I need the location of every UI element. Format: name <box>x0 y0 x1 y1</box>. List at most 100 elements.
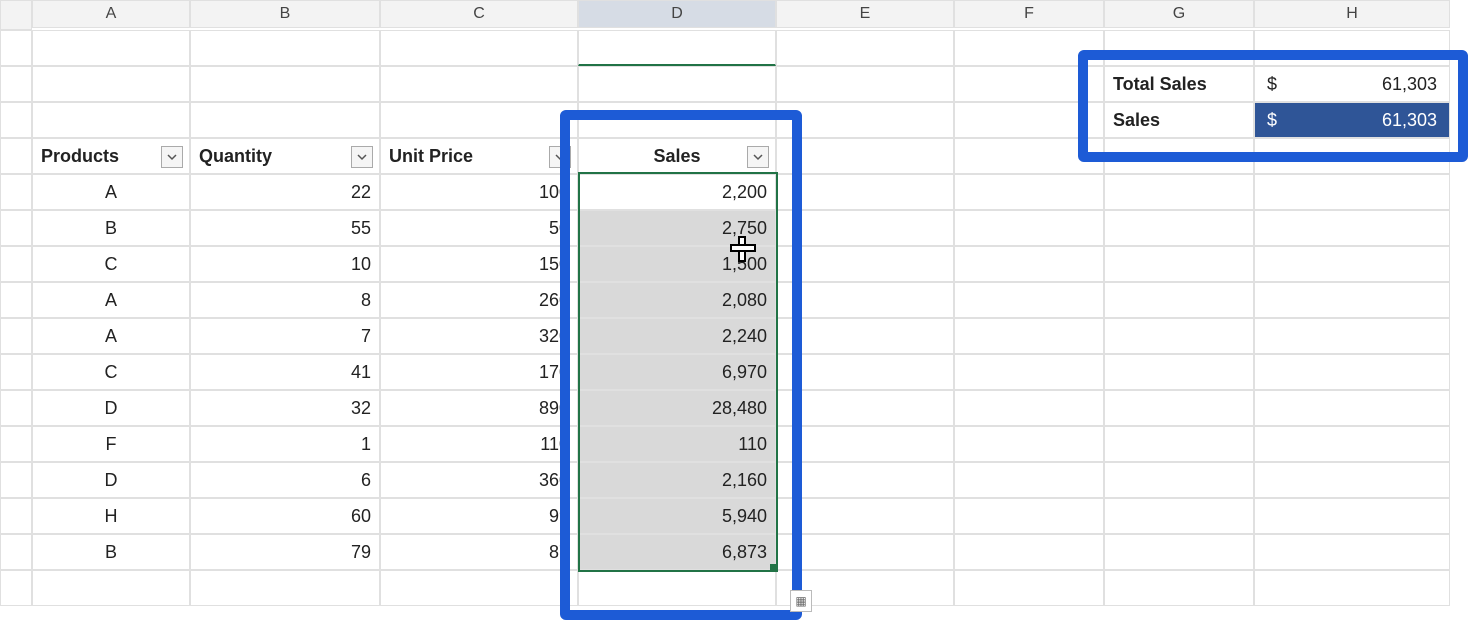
filter-button-sales[interactable] <box>747 146 769 168</box>
cell[interactable] <box>1104 174 1254 210</box>
cell-sales[interactable]: 6,873 <box>578 534 776 570</box>
row-number[interactable] <box>0 426 32 462</box>
cell[interactable] <box>1254 534 1450 570</box>
cell-sales[interactable]: 110 <box>578 426 776 462</box>
cell-quantity[interactable]: 79 <box>190 534 380 570</box>
cell[interactable] <box>954 102 1104 138</box>
cell[interactable] <box>1254 462 1450 498</box>
row-number[interactable] <box>0 570 32 606</box>
header-sales[interactable]: Sales <box>578 138 776 174</box>
cell[interactable] <box>954 426 1104 462</box>
cell[interactable] <box>1254 390 1450 426</box>
cell[interactable] <box>954 354 1104 390</box>
header-quantity[interactable]: Quantity <box>190 138 380 174</box>
row-number[interactable] <box>0 390 32 426</box>
filter-button-unit-price[interactable] <box>549 146 571 168</box>
cell[interactable] <box>776 210 954 246</box>
cell-sales[interactable]: 2,750 <box>578 210 776 246</box>
cell-sales[interactable]: 2,200 <box>578 174 776 210</box>
cell[interactable] <box>776 102 954 138</box>
cell[interactable] <box>190 102 380 138</box>
filter-button-products[interactable] <box>161 146 183 168</box>
cell-quantity[interactable]: 7 <box>190 318 380 354</box>
sales-value[interactable]: $ 61,303 <box>1254 102 1450 138</box>
cell[interactable] <box>776 318 954 354</box>
cell[interactable] <box>1254 246 1450 282</box>
cell[interactable] <box>776 138 954 174</box>
col-header-C[interactable]: C <box>380 0 578 28</box>
cell[interactable] <box>1254 354 1450 390</box>
total-sales-value[interactable]: $ 61,303 <box>1254 66 1450 102</box>
col-header-B[interactable]: B <box>190 0 380 28</box>
cell[interactable] <box>32 66 190 102</box>
cell-unit-price[interactable]: 99 <box>380 498 578 534</box>
cell-product[interactable]: D <box>32 462 190 498</box>
cell[interactable] <box>1104 210 1254 246</box>
sales-label[interactable]: Sales <box>1104 102 1254 138</box>
cell[interactable] <box>1254 210 1450 246</box>
row-number[interactable] <box>0 30 32 66</box>
cell[interactable] <box>1104 30 1254 66</box>
cell-sales[interactable]: 2,080 <box>578 282 776 318</box>
cell-unit-price[interactable]: 110 <box>380 426 578 462</box>
col-header-H[interactable]: H <box>1254 0 1450 28</box>
cell-sales[interactable]: 28,480 <box>578 390 776 426</box>
cell-unit-price[interactable]: 50 <box>380 210 578 246</box>
cell[interactable] <box>1254 30 1450 66</box>
cell[interactable] <box>954 498 1104 534</box>
row-number[interactable] <box>0 138 32 174</box>
cell[interactable] <box>1104 138 1254 174</box>
cell[interactable] <box>1104 498 1254 534</box>
cell-sales[interactable]: 1,500 <box>578 246 776 282</box>
autofill-options-button[interactable]: ▦ <box>790 590 812 612</box>
cell-unit-price[interactable]: 890 <box>380 390 578 426</box>
cell[interactable] <box>1254 282 1450 318</box>
cell-unit-price[interactable]: 260 <box>380 282 578 318</box>
cell-product[interactable]: B <box>32 534 190 570</box>
cell-sales[interactable]: 2,160 <box>578 462 776 498</box>
row-number[interactable] <box>0 318 32 354</box>
cell[interactable] <box>380 66 578 102</box>
cell[interactable] <box>32 30 190 66</box>
cell[interactable] <box>578 102 776 138</box>
cell-product[interactable]: A <box>32 318 190 354</box>
cell[interactable] <box>1104 354 1254 390</box>
col-header-G[interactable]: G <box>1104 0 1254 28</box>
row-number[interactable] <box>0 210 32 246</box>
cell[interactable] <box>1104 282 1254 318</box>
cell[interactable] <box>380 570 578 606</box>
cell-unit-price[interactable]: 320 <box>380 318 578 354</box>
cell[interactable] <box>578 66 776 102</box>
cell[interactable] <box>776 174 954 210</box>
cell[interactable] <box>1254 174 1450 210</box>
cell[interactable] <box>1104 426 1254 462</box>
filter-button-quantity[interactable] <box>351 146 373 168</box>
row-number[interactable] <box>0 534 32 570</box>
cell[interactable] <box>1254 138 1450 174</box>
col-header-D[interactable]: D <box>578 0 776 28</box>
row-number[interactable] <box>0 498 32 534</box>
cell-quantity[interactable]: 10 <box>190 246 380 282</box>
cell[interactable] <box>1104 318 1254 354</box>
fill-handle[interactable] <box>770 564 778 572</box>
cell-quantity[interactable]: 60 <box>190 498 380 534</box>
header-products[interactable]: Products <box>32 138 190 174</box>
header-unit-price[interactable]: Unit Price <box>380 138 578 174</box>
row-number[interactable] <box>0 282 32 318</box>
cell-product[interactable]: A <box>32 282 190 318</box>
cell-product[interactable]: C <box>32 246 190 282</box>
cell[interactable] <box>190 30 380 66</box>
cell[interactable] <box>1104 390 1254 426</box>
cell-product[interactable]: B <box>32 210 190 246</box>
col-header-E[interactable]: E <box>776 0 954 28</box>
row-number[interactable] <box>0 354 32 390</box>
col-header-A[interactable]: A <box>32 0 190 28</box>
cell[interactable] <box>776 354 954 390</box>
cell-quantity[interactable]: 8 <box>190 282 380 318</box>
cell[interactable] <box>32 102 190 138</box>
cell[interactable] <box>776 462 954 498</box>
cell-product[interactable]: A <box>32 174 190 210</box>
cell[interactable] <box>190 570 380 606</box>
cell[interactable] <box>954 534 1104 570</box>
cell[interactable] <box>776 246 954 282</box>
